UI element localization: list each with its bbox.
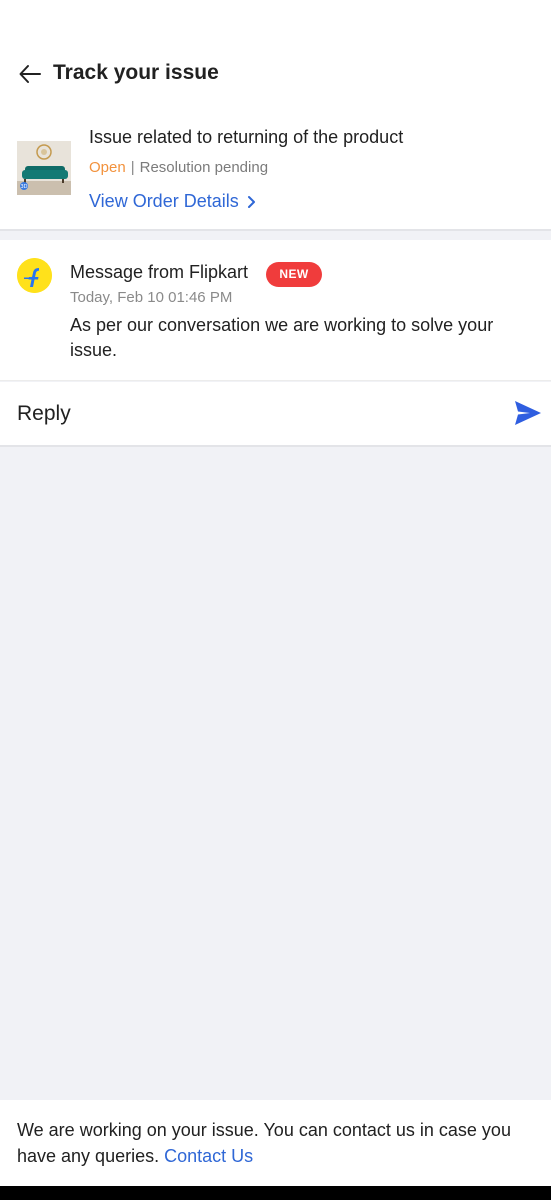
flipkart-logo-icon bbox=[17, 258, 52, 293]
footer-message: We are working on your issue. You can co… bbox=[17, 1117, 542, 1169]
message-card: Message from Flipkart NEW Today, Feb 10 … bbox=[0, 240, 551, 381]
status-divider: | bbox=[130, 159, 135, 176]
svg-text:3D: 3D bbox=[20, 184, 27, 190]
issue-card: 3D Issue related to returning of the pro… bbox=[0, 112, 551, 231]
chevron-right-icon bbox=[247, 195, 255, 208]
message-body: As per our conversation we are working t… bbox=[70, 315, 494, 360]
product-thumbnail[interactable]: 3D bbox=[17, 141, 71, 195]
message-timestamp: Today, Feb 10 01:46 PM bbox=[70, 289, 233, 306]
status-open-label: Open bbox=[89, 159, 126, 176]
sofa-image: 3D bbox=[17, 141, 71, 195]
issue-title: Issue related to returning of the produc… bbox=[89, 127, 404, 147]
page-title: Track your issue bbox=[53, 61, 219, 84]
new-badge: NEW bbox=[266, 262, 322, 287]
reply-bar: Reply bbox=[0, 382, 551, 447]
arrow-left-icon[interactable] bbox=[18, 62, 42, 86]
issue-status: Open | Resolution pending bbox=[89, 159, 268, 176]
view-order-details-label: View Order Details bbox=[89, 191, 239, 211]
footer-text: We are working on your issue. You can co… bbox=[17, 1120, 511, 1166]
app-header: Track your issue bbox=[0, 0, 551, 112]
reply-input[interactable]: Reply bbox=[17, 402, 71, 426]
status-detail: Resolution pending bbox=[139, 159, 269, 176]
send-icon[interactable] bbox=[513, 399, 543, 427]
contact-us-link[interactable]: Contact Us bbox=[164, 1146, 253, 1166]
message-sender: Message from Flipkart bbox=[70, 262, 249, 282]
footer-banner: We are working on your issue. You can co… bbox=[0, 1100, 551, 1186]
system-nav-bar bbox=[0, 1186, 551, 1200]
view-order-details-link[interactable]: View Order Details bbox=[89, 191, 256, 212]
